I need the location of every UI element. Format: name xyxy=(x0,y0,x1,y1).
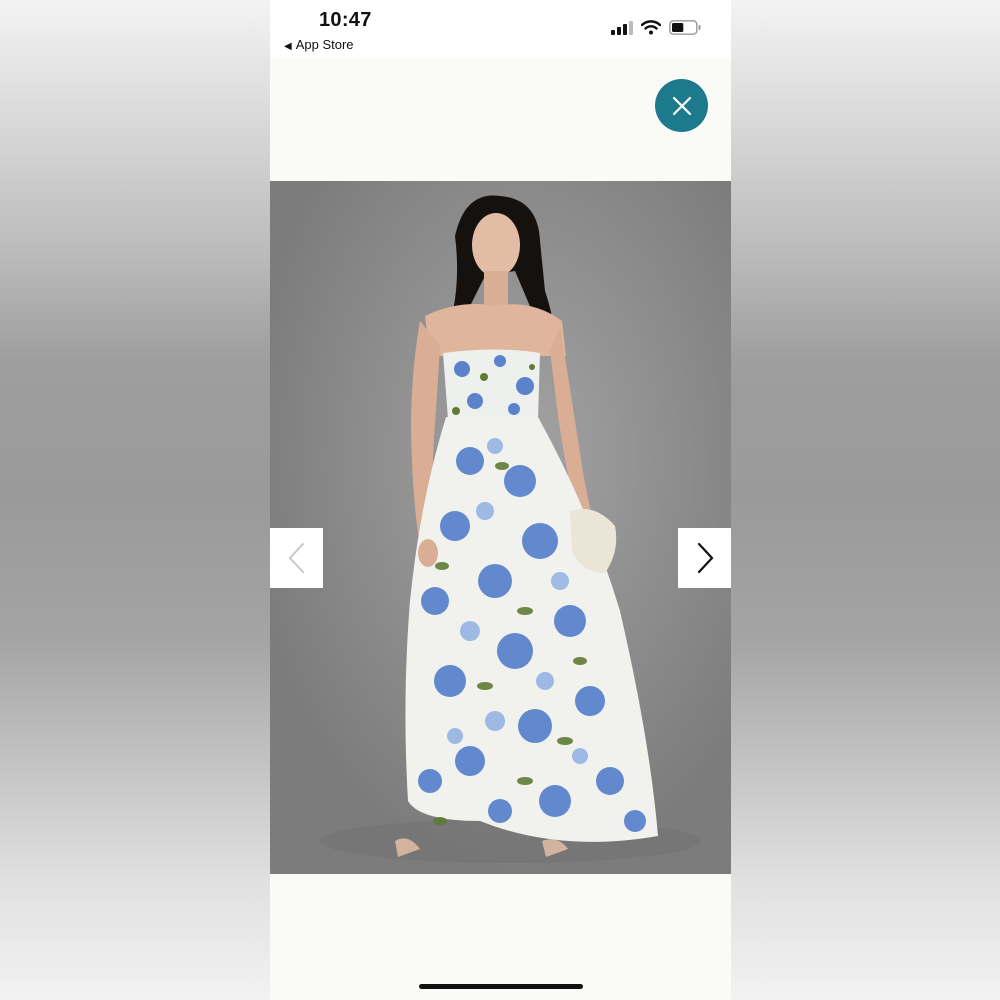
cellular-signal-icon xyxy=(611,20,633,35)
wifi-icon xyxy=(641,20,661,35)
status-time: 10:47 xyxy=(319,9,372,31)
next-image-button[interactable] xyxy=(678,528,731,588)
close-icon xyxy=(672,96,691,115)
chevron-left-icon xyxy=(288,543,304,573)
product-image-viewer: 10:47 ◀ App Store xyxy=(270,0,731,1000)
back-to-app-store-link[interactable]: ◀ App Store xyxy=(284,37,354,52)
home-indicator xyxy=(419,984,583,989)
chevron-right-icon xyxy=(697,542,714,574)
model-in-floral-gown-image xyxy=(270,181,731,874)
status-bar: 10:47 ◀ App Store xyxy=(270,0,731,58)
battery-icon xyxy=(669,20,701,35)
back-triangle-icon: ◀ xyxy=(284,41,292,52)
close-button[interactable] xyxy=(655,79,708,132)
back-link-label: App Store xyxy=(295,37,354,52)
status-icons xyxy=(611,20,701,35)
product-photo xyxy=(270,181,731,874)
previous-image-button[interactable] xyxy=(270,528,323,588)
